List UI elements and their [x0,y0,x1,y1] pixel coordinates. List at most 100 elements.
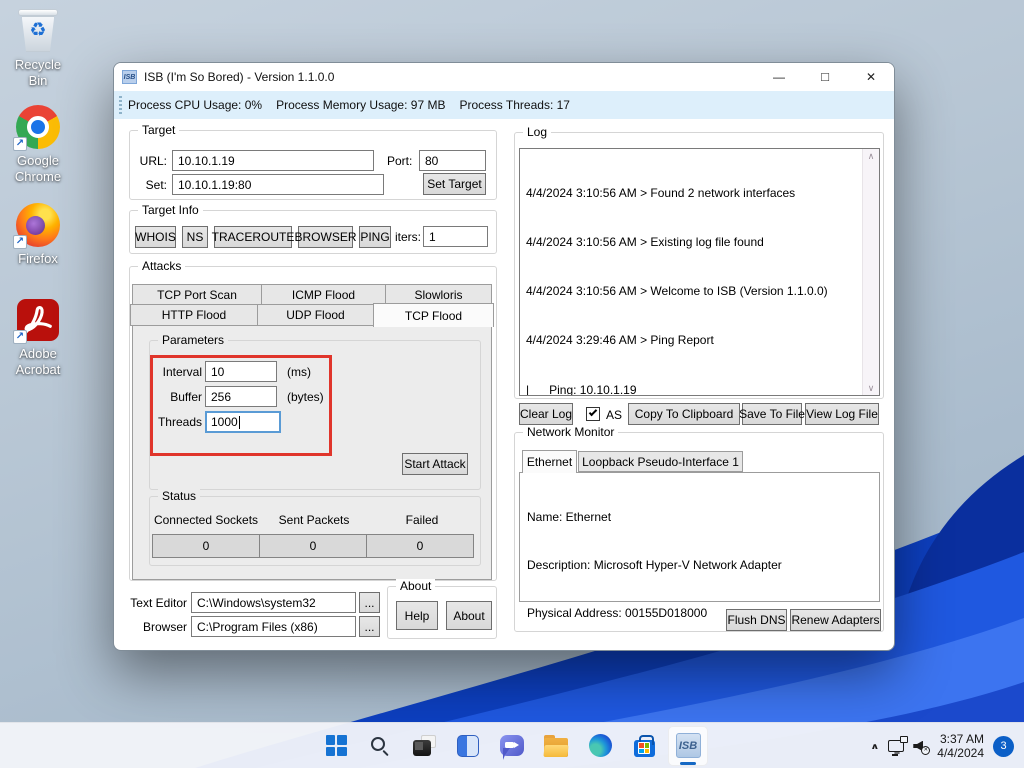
clear-log-button[interactable]: Clear Log [519,403,573,425]
connected-sockets-header: Connected Sockets [152,513,260,527]
tray-chevron-up-icon[interactable]: ∧ [870,741,879,751]
set-label: Set: [137,178,167,192]
notification-badge[interactable]: 3 [993,736,1014,757]
buffer-unit-label: (bytes) [287,390,324,404]
tab-icmp-flood[interactable]: ICMP Flood [261,284,386,305]
firefox-swirl [26,216,45,235]
recycle-symbol-icon: ♻ [15,21,61,41]
widgets-button[interactable] [448,726,488,766]
status-value-row: 0 0 0 [152,534,473,558]
console-app-button[interactable] [404,726,444,766]
scroll-up-icon[interactable]: ∧ [868,149,875,163]
flush-dns-button[interactable]: Flush DNS [726,609,787,631]
log-entry: 4/4/2024 3:29:46 AM > Ping Report [526,332,856,348]
port-label: Port: [387,154,412,168]
tab-ethernet-selected[interactable]: Ethernet [522,450,577,473]
titlebar[interactable]: ISB ISB (I'm So Bored) - Version 1.1.0.0… [114,63,894,91]
shortcut-arrow-icon: ↗ [13,330,27,344]
edge-button[interactable] [580,726,620,766]
memory-usage-label: Process Memory Usage: 97 MB [276,98,445,112]
isb-taskbar-icon: ISB [676,733,701,758]
minimize-button[interactable]: — [756,63,802,91]
file-explorer-button[interactable] [536,726,576,766]
microsoft-store-button[interactable] [624,726,664,766]
interval-unit-label: (ms) [287,365,311,379]
isb-taskbar-button[interactable]: ISB [668,726,708,766]
clock-date: 4/4/2024 [937,746,984,760]
tab-tcp-flood-selected[interactable]: TCP Flood [373,303,494,327]
tcp-flood-tabpage: Parameters Interval 10 (ms) Buffer 256 (… [132,325,492,580]
traceroute-button[interactable]: TRACEROUTE [214,226,292,248]
parameters-group-label: Parameters [158,333,228,348]
ping-button[interactable]: PING [359,226,391,248]
windows-logo-icon [326,735,347,756]
close-button[interactable]: ✕ [848,63,894,91]
volume-muted-icon[interactable]: ✕ [913,740,928,753]
text-editor-label: Text Editor [124,596,187,610]
ns-button[interactable]: NS [182,226,208,248]
browser-button[interactable]: BROWSER [298,226,353,248]
tab-loopback[interactable]: Loopback Pseudo-Interface 1 [578,451,743,472]
chat-button[interactable] [492,726,532,766]
threads-label: Process Threads: 17 [459,98,570,112]
about-button[interactable]: About [446,601,492,630]
desktop-icon-adobe-acrobat[interactable]: ↗ Adobe Acrobat [4,297,72,378]
edge-icon [589,734,612,757]
attacks-group-label: Attacks [138,259,185,274]
firefox-icon: ↗ [15,202,61,248]
isb-app-icon: ISB [122,70,137,84]
target-info-groupbox: Target Info WHOIS NS TRACEROUTE BROWSER … [129,210,497,254]
search-button[interactable] [360,726,400,766]
interval-label: Interval [152,365,202,379]
maximize-icon: □ [821,69,829,84]
threads-param-label: Threads [152,415,202,429]
whois-button[interactable]: WHOIS [135,226,176,248]
chrome-icon: ↗ [15,104,61,150]
iters-label: iters: [395,230,421,244]
copy-to-clipboard-button[interactable]: Copy To Clipboard [628,403,740,425]
text-editor-browse-button[interactable]: ... [359,592,380,613]
status-groupbox: Status Connected Sockets Sent Packets Fa… [149,496,481,566]
log-textbox[interactable]: 4/4/2024 3:10:56 AM > Found 2 network in… [519,148,880,396]
browser-input[interactable]: C:\Program Files (x86) [191,616,356,637]
port-input[interactable]: 80 [419,150,486,171]
desktop-icon-recycle-bin[interactable]: ♻ Recycle Bin [4,8,72,89]
log-scrollbar[interactable]: ∧ ∨ [862,149,879,395]
tab-http-flood[interactable]: HTTP Flood [130,304,258,326]
set-target-button[interactable]: Set Target [423,173,486,195]
set-input[interactable]: 10.10.1.19:80 [172,174,384,195]
taskbar-clock[interactable]: 3:37 AM 4/4/2024 [937,732,984,760]
desktop-icon-firefox[interactable]: ↗ Firefox [4,202,72,267]
buffer-input[interactable]: 256 [205,386,277,407]
target-info-group-label: Target Info [138,203,203,218]
failed-header: Failed [368,513,476,527]
url-input[interactable]: 10.10.1.19 [172,150,374,171]
tab-udp-flood[interactable]: UDP Flood [257,304,374,326]
as-checkbox[interactable] [586,407,600,421]
interval-input[interactable]: 10 [205,361,277,382]
renew-adapters-button[interactable]: Renew Adapters [790,609,881,631]
network-ethernet-icon[interactable] [888,740,904,752]
checkmark-icon [589,408,597,416]
about-group-label: About [396,579,435,594]
text-editor-input[interactable]: C:\Windows\system32 [191,592,356,613]
browser-browse-button[interactable]: ... [359,616,380,637]
sent-packets-value: 0 [259,534,367,558]
log-entry: 4/4/2024 3:10:56 AM > Welcome to ISB (Ve… [526,283,856,299]
threads-input-value: 1000 [211,415,238,429]
iters-input[interactable]: 1 [423,226,488,247]
help-button[interactable]: Help [396,601,438,630]
scroll-down-icon[interactable]: ∨ [868,381,875,395]
view-log-file-button[interactable]: View Log File [805,403,879,425]
as-checkbox-label: AS [606,408,622,422]
desktop-icon-google-chrome[interactable]: ↗ Google Chrome [4,104,72,185]
tab-slowloris[interactable]: Slowloris [385,284,492,305]
tab-tcp-port-scan[interactable]: TCP Port Scan [132,284,262,305]
threads-input[interactable]: 1000 [205,411,281,433]
acrobat-icon: ↗ [15,297,61,343]
log-entries: 4/4/2024 3:10:56 AM > Found 2 network in… [520,149,862,395]
maximize-button[interactable]: □ [802,63,848,91]
start-attack-button[interactable]: Start Attack [402,453,468,475]
save-to-file-button[interactable]: Save To File [742,403,802,425]
start-button[interactable] [316,726,356,766]
